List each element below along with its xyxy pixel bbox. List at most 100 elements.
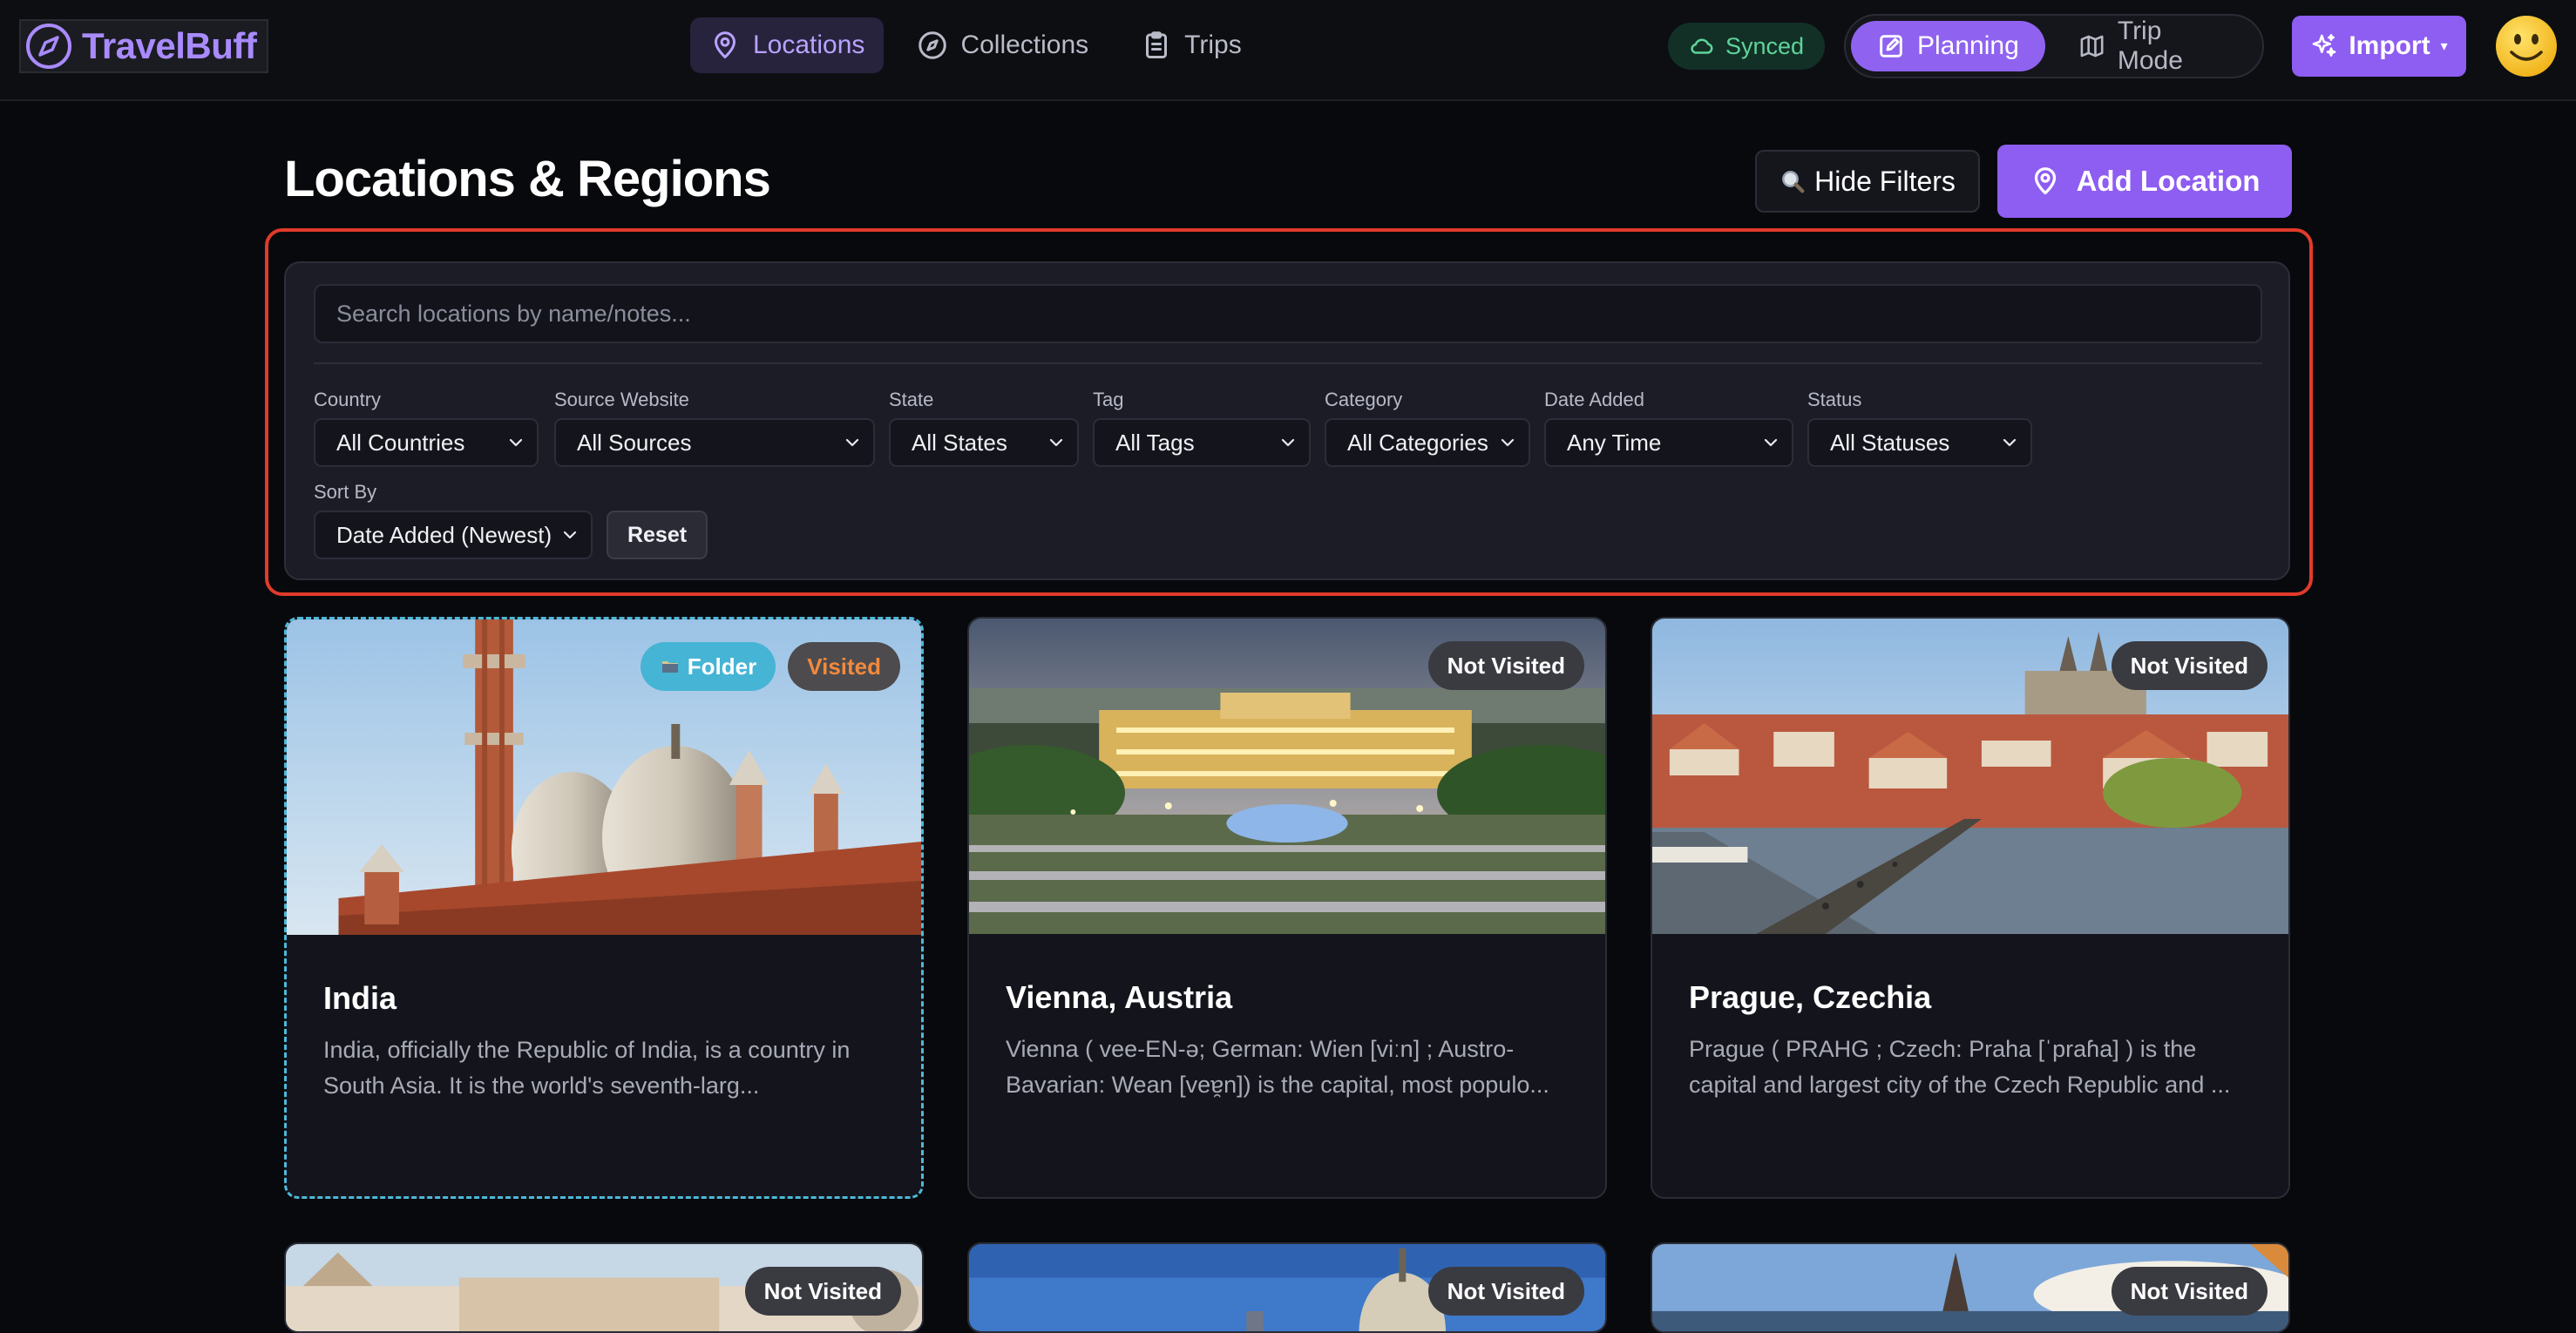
tag-select-value: All Tags — [1115, 429, 1195, 456]
nav-tab-label: Locations — [753, 30, 865, 59]
status-select[interactable]: All Statuses — [1807, 418, 2032, 467]
state-select-value: All States — [912, 429, 1007, 456]
category-select-value: All Categories — [1347, 429, 1488, 456]
status-badge: Not Visited — [744, 1267, 901, 1316]
source-select[interactable]: All Sources — [554, 418, 875, 467]
nav-tab-trips[interactable]: Trips — [1122, 17, 1261, 73]
chevron-down-icon — [2003, 438, 2017, 447]
card-title: India — [323, 980, 397, 1016]
planning-mode-button[interactable]: Planning — [1851, 21, 2045, 71]
country-select-value: All Countries — [336, 429, 465, 456]
map-icon — [2080, 35, 2104, 58]
sort-filter-label: Sort By — [314, 481, 377, 503]
hide-filters-label: Hide Filters — [1814, 165, 1956, 197]
status-select-value: All Statuses — [1830, 429, 1950, 456]
trip-mode-button[interactable]: Trip Mode — [2052, 17, 2257, 75]
sync-status-label: Synced — [1725, 32, 1805, 59]
chevron-down-icon — [509, 438, 523, 447]
card-title: Vienna, Austria — [1006, 979, 1233, 1015]
location-card[interactable]: Not Visited — [284, 1242, 924, 1333]
chevron-down-icon — [1764, 438, 1778, 447]
card-description: India, officially the Republic of India,… — [323, 1037, 851, 1099]
card-badges: Not Visited — [744, 1267, 901, 1316]
filter-divider — [314, 362, 2262, 364]
page-title: Locations & Regions — [284, 151, 771, 207]
tag-filter-label: Tag — [1093, 389, 1124, 410]
add-location-label: Add Location — [2076, 165, 2261, 197]
compass-logo-icon — [26, 24, 71, 69]
import-label: Import — [2349, 31, 2430, 60]
card-description: Vienna ( vee-EN-ə; German: Wien [viːn] ;… — [1006, 1036, 1549, 1098]
sort-select-value: Date Added (Newest) — [336, 521, 552, 548]
smiley-face-icon — [2510, 34, 2543, 61]
nav-tab-label: Trips — [1184, 30, 1242, 59]
map-pin-icon — [715, 31, 736, 58]
compass-icon — [919, 31, 947, 59]
reset-filters-button[interactable]: Reset — [607, 511, 708, 559]
country-filter-label: Country — [314, 389, 382, 410]
chevron-down-icon — [1281, 438, 1295, 447]
search-input[interactable] — [314, 284, 2262, 343]
location-card-india[interactable]: Folder Visited India India, officially t… — [284, 617, 924, 1199]
card-badges: Folder Visited — [640, 642, 900, 691]
chevron-down-icon — [563, 531, 577, 539]
folder-badge: Folder — [640, 642, 776, 691]
chevron-down-icon — [1049, 438, 1063, 447]
status-badge: Visited — [788, 642, 900, 691]
category-select[interactable]: All Categories — [1325, 418, 1530, 467]
mode-label: Trip Mode — [2117, 17, 2183, 75]
status-badge: Not Visited — [2111, 1267, 2268, 1316]
card-description: Prague ( PRAHG ; Czech: Praha [ˈpraɦa] )… — [1689, 1036, 2231, 1098]
source-select-value: All Sources — [577, 429, 692, 456]
app-name: TravelBuff — [82, 25, 257, 66]
card-badges: Not Visited — [1427, 641, 1584, 690]
location-card-vienna[interactable]: Not Visited Vienna, Austria Vienna ( vee… — [967, 617, 1607, 1199]
location-card[interactable]: Not Visited — [967, 1242, 1607, 1333]
tag-select[interactable]: All Tags — [1093, 418, 1311, 467]
country-filter: Country All Countries — [314, 389, 539, 467]
status-badge: Not Visited — [1427, 1267, 1584, 1316]
chevron-down-icon — [845, 438, 859, 447]
category-filter: Category All Categories — [1325, 389, 1530, 467]
sort-select[interactable]: Date Added (Newest) — [314, 511, 593, 559]
top-navbar: TravelBuff Locations Collections Trips S… — [0, 0, 2576, 101]
date-added-select-value: Any Time — [1567, 429, 1662, 456]
sync-status-badge: Synced — [1668, 23, 1826, 70]
category-filter-label: Category — [1325, 389, 1403, 410]
nav-tab-locations[interactable]: Locations — [690, 17, 885, 73]
nav-tab-label: Collections — [960, 30, 1089, 59]
status-filter-label: Status — [1807, 389, 1862, 410]
map-pin-icon — [2034, 167, 2056, 195]
app-logo[interactable]: TravelBuff — [19, 19, 268, 73]
country-select[interactable]: All Countries — [314, 418, 539, 467]
state-filter-label: State — [889, 389, 934, 410]
date-added-filter-label: Date Added — [1544, 389, 1644, 410]
folder-icon — [661, 661, 678, 673]
magnifier-icon — [1782, 171, 1805, 193]
card-title: Prague, Czechia — [1689, 979, 1932, 1015]
add-location-button[interactable]: Add Location — [1997, 145, 2292, 218]
tag-filter: Tag All Tags — [1093, 389, 1311, 467]
folder-badge-label: Folder — [687, 653, 757, 680]
import-button[interactable]: Import ▾ — [2292, 16, 2466, 77]
sparkles-icon — [2312, 34, 2336, 57]
state-select[interactable]: All States — [889, 418, 1079, 467]
nav-tab-collections[interactable]: Collections — [898, 17, 1108, 73]
status-filter: Status All Statuses — [1807, 389, 2032, 467]
date-added-filter: Date Added Any Time — [1544, 389, 1793, 467]
hide-filters-button[interactable]: Hide Filters — [1755, 150, 1980, 213]
edit-icon — [1880, 35, 1902, 58]
card-badges: Not Visited — [2111, 1267, 2268, 1316]
date-added-select[interactable]: Any Time — [1544, 418, 1793, 467]
card-badges: Not Visited — [1427, 1267, 1584, 1316]
clipboard-icon — [1146, 31, 1168, 58]
location-card-prague[interactable]: Not Visited Prague, Czechia Prague ( PRA… — [1651, 617, 2290, 1199]
status-badge: Not Visited — [2111, 641, 2268, 690]
mode-label: Planning — [1917, 31, 2019, 60]
chevron-down-icon: ▾ — [2440, 39, 2448, 54]
main-nav: Locations Collections Trips — [690, 17, 1261, 73]
user-avatar[interactable] — [2496, 16, 2557, 77]
status-badge: Not Visited — [1427, 641, 1584, 690]
location-card[interactable]: Not Visited — [1651, 1242, 2290, 1333]
source-filter: Source Website All Sources — [554, 389, 875, 467]
